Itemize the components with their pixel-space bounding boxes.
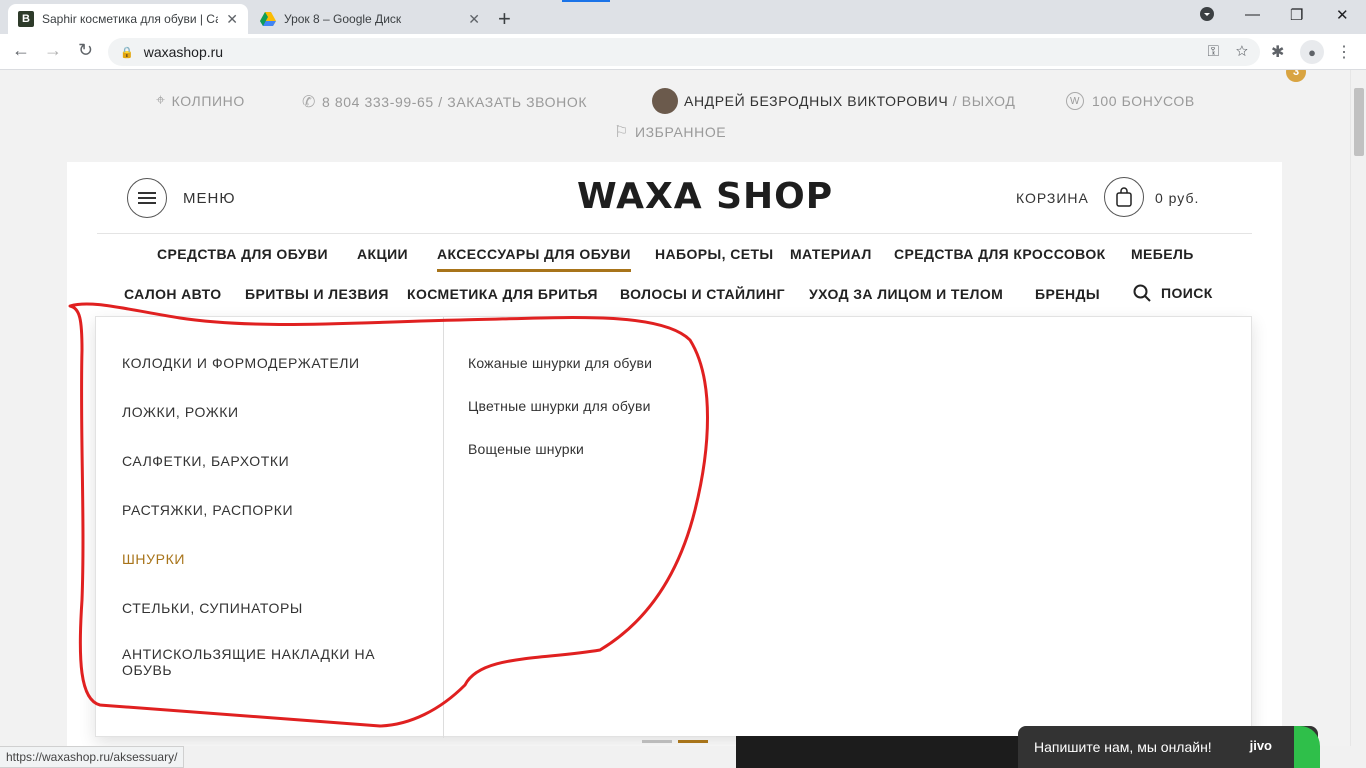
status-bar-url: https://waxashop.ru/aksessuary/ [0, 746, 185, 768]
chat-label: Напишите нам, мы онлайн! [1034, 739, 1212, 755]
annotation-overlay [68, 302, 709, 728]
red-annotation-outline [68, 302, 709, 728]
chat-green-accent [1294, 726, 1320, 768]
chat-widget[interactable]: Напишите нам, мы онлайн! jivo [1018, 726, 1320, 768]
jivo-logo: jivo [1249, 738, 1272, 753]
